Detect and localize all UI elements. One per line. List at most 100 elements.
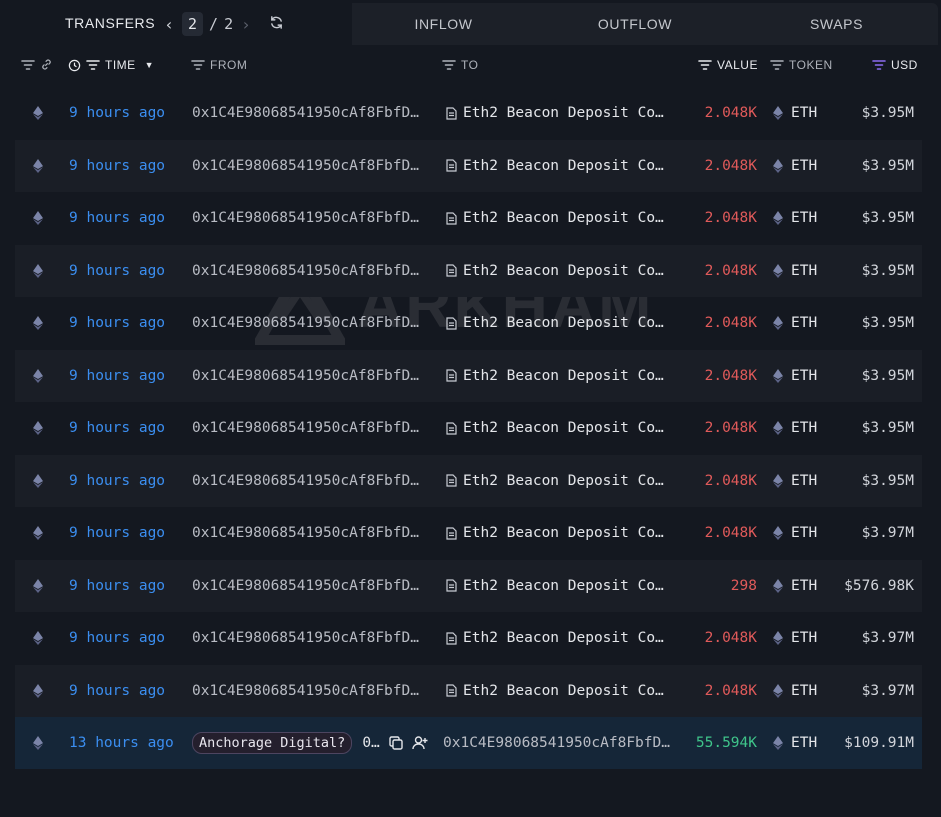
row-time[interactable]: 9 hours ago xyxy=(69,297,165,349)
table-row[interactable]: 9 hours ago 0x1C4E98068541950cAf8FbfD… E… xyxy=(15,192,922,244)
row-to[interactable]: Eth2 Beacon Deposit Co… xyxy=(446,507,664,559)
row-token[interactable]: ETH xyxy=(791,717,817,769)
row-value: 55.594K xyxy=(695,735,757,751)
row-to[interactable]: Eth2 Beacon Deposit Co… xyxy=(446,455,664,507)
row-token[interactable]: ETH xyxy=(791,560,817,612)
filter-icon[interactable] xyxy=(21,59,35,71)
filter-icon[interactable] xyxy=(191,59,205,71)
tab-outflow[interactable]: OUTFLOW xyxy=(535,3,735,45)
table-row[interactable]: 9 hours ago 0x1C4E98068541950cAf8FbfD… E… xyxy=(15,244,922,297)
row-token[interactable]: ETH xyxy=(791,297,817,349)
filter-icon[interactable] xyxy=(770,59,784,71)
row-from-address[interactable]: 0x1C4E98068541950cAf8FbfD… xyxy=(192,192,419,244)
row-from-address[interactable]: 0… xyxy=(362,735,379,751)
row-to-label: Eth2 Beacon Deposit Co… xyxy=(463,630,664,646)
tab-inflow[interactable]: INFLOW xyxy=(352,3,535,45)
table-row[interactable]: 9 hours ago 0x1C4E98068541950cAf8FbfD… E… xyxy=(15,559,922,612)
chevron-left-icon[interactable]: ‹ xyxy=(162,15,176,34)
column-time[interactable]: TIME ▼ xyxy=(68,58,154,72)
filter-icon[interactable] xyxy=(86,59,100,71)
row-to[interactable]: Eth2 Beacon Deposit Co… xyxy=(446,560,664,612)
table-row[interactable]: 9 hours ago 0x1C4E98068541950cAf8FbfD… E… xyxy=(15,139,922,192)
row-time[interactable]: 9 hours ago xyxy=(69,192,165,244)
row-to[interactable]: Eth2 Beacon Deposit Co… xyxy=(446,140,664,192)
row-time[interactable]: 9 hours ago xyxy=(69,245,165,297)
row-time[interactable]: 9 hours ago xyxy=(69,140,165,192)
add-user-icon[interactable] xyxy=(412,735,428,751)
row-token[interactable]: ETH xyxy=(791,350,817,402)
chevron-right-icon[interactable]: › xyxy=(239,15,253,34)
row-token[interactable]: ETH xyxy=(791,140,817,192)
row-from-address[interactable]: 0x1C4E98068541950cAf8FbfD… xyxy=(192,402,419,454)
row-from-address[interactable]: 0x1C4E98068541950cAf8FbfD… xyxy=(192,507,419,559)
row-time[interactable]: 9 hours ago xyxy=(69,350,165,402)
refresh-icon[interactable] xyxy=(269,15,284,34)
table-row[interactable]: 9 hours ago 0x1C4E98068541950cAf8FbfD… E… xyxy=(15,454,922,507)
row-to-label: Eth2 Beacon Deposit Co… xyxy=(463,157,664,174)
eth-chain-icon xyxy=(33,87,45,139)
filter-sorted-icon[interactable] xyxy=(872,59,886,71)
row-to[interactable]: Eth2 Beacon Deposit Co… xyxy=(446,87,664,139)
row-to[interactable]: Eth2 Beacon Deposit Co… xyxy=(446,402,664,454)
row-to-address[interactable]: 0x1C4E98068541950cAf8FbfD… xyxy=(443,717,670,769)
table-row[interactable]: 9 hours ago 0x1C4E98068541950cAf8FbfD… E… xyxy=(15,664,922,717)
table-row-highlighted[interactable]: 13 hours ago Anchorage Digital? 0… 0x1C4… xyxy=(15,717,922,769)
row-from-address[interactable]: 0x1C4E98068541950cAf8FbfD… xyxy=(192,560,419,612)
row-to[interactable]: Eth2 Beacon Deposit Co… xyxy=(446,612,664,664)
row-token[interactable]: ETH xyxy=(791,665,817,717)
row-from-address[interactable]: 0x1C4E98068541950cAf8FbfD… xyxy=(192,455,419,507)
column-token[interactable]: TOKEN xyxy=(770,58,833,72)
table-row[interactable]: 9 hours ago 0x1C4E98068541950cAf8FbfD… E… xyxy=(15,87,922,139)
row-from-address[interactable]: 0x1C4E98068541950cAf8FbfD… xyxy=(192,612,419,664)
row-time[interactable]: 9 hours ago xyxy=(69,612,165,664)
column-usd[interactable]: USD xyxy=(872,58,918,72)
row-time[interactable]: 13 hours ago xyxy=(69,717,174,769)
row-token[interactable]: ETH xyxy=(791,245,817,297)
table-row[interactable]: 9 hours ago 0x1C4E98068541950cAf8FbfD… E… xyxy=(15,402,922,454)
clock-icon xyxy=(68,59,81,71)
eth-chain-icon xyxy=(33,507,45,559)
row-time[interactable]: 9 hours ago xyxy=(69,665,165,717)
row-token[interactable]: ETH xyxy=(791,192,817,244)
row-time[interactable]: 9 hours ago xyxy=(69,507,165,559)
table-row[interactable]: 9 hours ago 0x1C4E98068541950cAf8FbfD… E… xyxy=(15,349,922,402)
eth-token-icon xyxy=(773,140,783,192)
row-from-address[interactable]: 0x1C4E98068541950cAf8FbfD… xyxy=(192,297,419,349)
row-time[interactable]: 9 hours ago xyxy=(69,455,165,507)
entity-tag-anchorage[interactable]: Anchorage Digital? xyxy=(192,732,353,754)
column-from[interactable]: FROM xyxy=(191,58,247,72)
filter-link-header[interactable] xyxy=(21,58,53,71)
row-token[interactable]: ETH xyxy=(791,87,817,139)
row-time[interactable]: 9 hours ago xyxy=(69,402,165,454)
row-from-address[interactable]: 0x1C4E98068541950cAf8FbfD… xyxy=(192,87,419,139)
table-row[interactable]: 9 hours ago 0x1C4E98068541950cAf8FbfD… E… xyxy=(15,507,922,559)
tab-swaps[interactable]: SWAPS xyxy=(735,3,938,45)
column-to[interactable]: TO xyxy=(442,58,478,72)
table-row[interactable]: 9 hours ago 0x1C4E98068541950cAf8FbfD… E… xyxy=(15,612,922,664)
row-from-address[interactable]: 0x1C4E98068541950cAf8FbfD… xyxy=(192,140,419,192)
row-from-address[interactable]: 0x1C4E98068541950cAf8FbfD… xyxy=(192,350,419,402)
row-to[interactable]: Eth2 Beacon Deposit Co… xyxy=(446,192,664,244)
filter-icon[interactable] xyxy=(442,59,456,71)
row-token[interactable]: ETH xyxy=(791,612,817,664)
tab-transfers[interactable]: TRANSFERS ‹ 2 / 2 › xyxy=(0,0,352,48)
row-to[interactable]: Eth2 Beacon Deposit Co… xyxy=(446,297,664,349)
table-row[interactable]: 9 hours ago 0x1C4E98068541950cAf8FbfD… E… xyxy=(15,297,922,349)
row-from-address[interactable]: 0x1C4E98068541950cAf8FbfD… xyxy=(192,665,419,717)
row-from-address[interactable]: 0x1C4E98068541950cAf8FbfD… xyxy=(192,245,419,297)
row-to[interactable]: Eth2 Beacon Deposit Co… xyxy=(446,665,664,717)
row-time[interactable]: 9 hours ago xyxy=(69,560,165,612)
row-token[interactable]: ETH xyxy=(791,507,817,559)
row-time[interactable]: 9 hours ago xyxy=(69,87,165,139)
filter-icon[interactable] xyxy=(698,59,712,71)
row-to[interactable]: Eth2 Beacon Deposit Co… xyxy=(446,245,664,297)
column-usd-label: USD xyxy=(891,58,918,72)
row-value: 2.048K xyxy=(704,367,757,384)
row-token[interactable]: ETH xyxy=(791,455,817,507)
copy-icon[interactable] xyxy=(388,735,404,751)
column-value[interactable]: VALUE xyxy=(698,58,758,72)
row-to[interactable]: Eth2 Beacon Deposit Co… xyxy=(446,350,664,402)
row-token[interactable]: ETH xyxy=(791,402,817,454)
current-page[interactable]: 2 xyxy=(182,12,204,36)
sort-desc-icon[interactable]: ▼ xyxy=(145,60,154,70)
